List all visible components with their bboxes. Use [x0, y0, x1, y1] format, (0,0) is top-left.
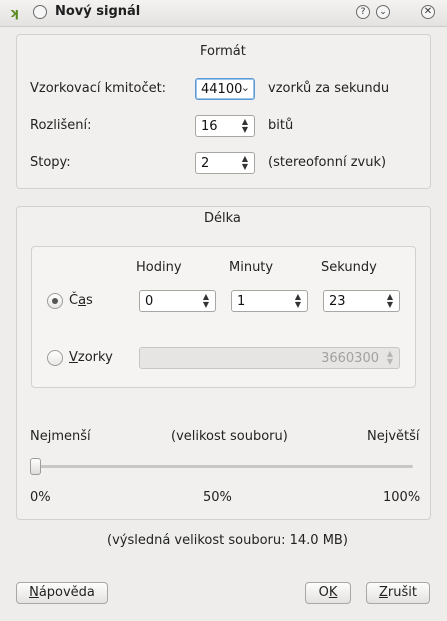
time-label-start: Č	[69, 293, 79, 308]
spin-arrows-icon[interactable]: ▲ ▼	[201, 293, 211, 309]
length-title: Délka	[204, 211, 241, 226]
help-button[interactable]: Nápověda	[16, 582, 108, 604]
resolution-unit: bitů	[268, 118, 294, 133]
time-radio-label[interactable]: Čas	[69, 293, 93, 308]
spin-arrows-icon: ▲ ▼	[386, 349, 394, 366]
size-slider-track[interactable]	[30, 465, 413, 468]
samples-label-end: zorky	[77, 350, 113, 365]
minutes-spinbox[interactable]: 1 ▲ ▼	[231, 290, 308, 312]
ok-label: O	[318, 585, 329, 600]
spin-arrows-icon[interactable]: ▲ ▼	[385, 293, 395, 309]
size-slider-handle[interactable]	[30, 458, 41, 475]
window-menu-button[interactable]	[33, 5, 47, 19]
time-radio[interactable]	[47, 293, 63, 309]
ok-button[interactable]: OK	[305, 582, 351, 604]
cancel-mnemonic: Z	[379, 585, 388, 600]
chevron-down-icon: ⌄	[240, 81, 250, 94]
hours-value: 0	[145, 294, 154, 309]
samples-radio[interactable]	[47, 350, 63, 366]
tracks-value: 2	[201, 156, 210, 171]
help-mnemonic: N	[29, 585, 39, 600]
sample-rate-dropdown[interactable]: 44100 ⌄	[195, 78, 255, 100]
format-title: Formát	[200, 44, 246, 59]
window-title: Nový signál	[55, 4, 141, 19]
resolution-spinbox[interactable]: 16 ▲ ▼	[195, 115, 255, 137]
resolution-value: 16	[201, 119, 218, 134]
time-label-end: s	[86, 293, 93, 308]
time-label-mnemonic: a	[78, 293, 87, 308]
hours-spinbox[interactable]: 0 ▲ ▼	[139, 290, 216, 312]
seconds-spinbox[interactable]: 23 ▲ ▼	[323, 290, 400, 312]
tracks-spinbox[interactable]: 2 ▲ ▼	[195, 152, 255, 174]
minutes-value: 1	[237, 294, 246, 309]
help-icon[interactable]: ?	[356, 5, 370, 19]
resolution-label: Rozlišení:	[30, 118, 92, 133]
size-mid-label: (velikost souboru)	[171, 429, 288, 444]
samples-label-mnemonic: V	[69, 350, 78, 365]
title-bar: ʞ Nový signál ? ⌄ ✕	[0, 0, 447, 27]
tracks-label: Stopy:	[30, 155, 71, 170]
samples-radio-label[interactable]: Vzorky	[69, 350, 113, 365]
sample-rate-unit: vzorků za sekundu	[268, 81, 390, 96]
tracks-unit: (stereofonní zvuk)	[268, 155, 387, 170]
spin-arrows-icon[interactable]: ▲ ▼	[293, 293, 303, 309]
cancel-button[interactable]: Zrušit	[366, 582, 430, 604]
minutes-header: Minuty	[229, 260, 274, 275]
sample-rate-value: 44100	[201, 82, 243, 97]
spin-arrows-icon[interactable]: ▲ ▼	[240, 118, 250, 134]
size-min-label: Nejmenší	[30, 429, 91, 444]
seconds-value: 23	[329, 294, 346, 309]
help-label: ápověda	[38, 585, 95, 600]
pct-max-label: 100%	[383, 490, 421, 505]
chevron-down-icon[interactable]: ⌄	[376, 5, 390, 19]
seconds-header: Sekundy	[321, 260, 377, 275]
pct-mid-label: 50%	[203, 490, 232, 505]
size-max-label: Největší	[367, 429, 420, 444]
hours-header: Hodiny	[136, 260, 182, 275]
sample-rate-label: Vzorkovací kmitočet:	[30, 81, 167, 96]
spin-arrows-icon[interactable]: ▲ ▼	[240, 155, 250, 171]
pct-min-label: 0%	[30, 490, 51, 505]
cancel-label: rušit	[387, 585, 417, 600]
ok-mnemonic: K	[328, 585, 338, 600]
samples-spinbox: 3660300 ▲ ▼	[139, 347, 400, 369]
samples-value: 3660300	[321, 351, 379, 366]
close-icon[interactable]: ✕	[421, 5, 435, 19]
result-size-text: (výsledná velikost souboru: 14.0 MB)	[107, 533, 348, 548]
app-icon: ʞ	[9, 6, 19, 20]
